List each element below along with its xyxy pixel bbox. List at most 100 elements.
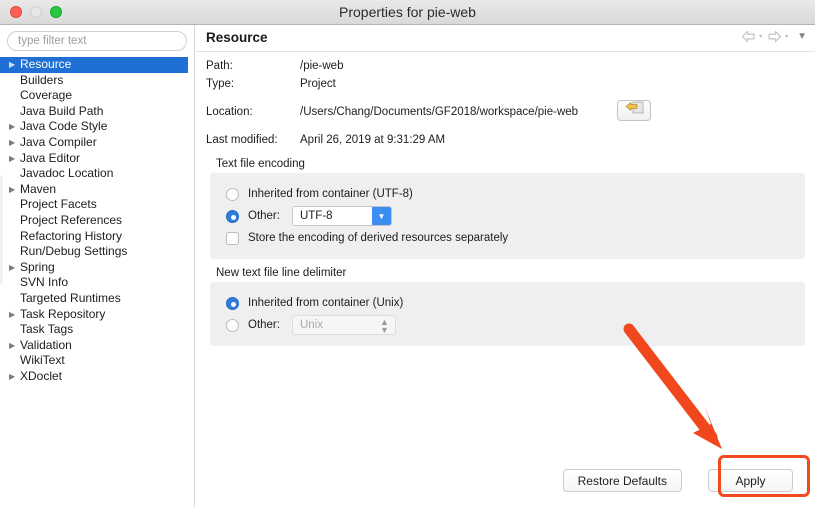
delimiter-other-label: Other: xyxy=(248,319,280,331)
sidebar-item-spring[interactable]: ▶ Spring xyxy=(0,260,194,276)
encoding-other-row[interactable]: Other: UTF-8 ▼ xyxy=(210,205,805,227)
encoding-other-radio[interactable] xyxy=(226,209,239,223)
sidebar-item-refactoring-history[interactable]: Refactoring History xyxy=(0,229,194,245)
sidebar-item-java-editor[interactable]: ▶ Java Editor xyxy=(0,151,194,167)
sidebar-item-label: Task Repository xyxy=(20,306,106,321)
sidebar-item-builders[interactable]: Builders xyxy=(0,73,194,89)
encoding-other-combobox[interactable]: UTF-8 ▼ xyxy=(291,206,392,226)
sidebar-item-label: Maven xyxy=(20,181,57,196)
filter-field-wrapper xyxy=(0,25,194,56)
sidebar-item-label: Builders xyxy=(20,72,64,87)
sidebar-item-label: Spring xyxy=(20,259,55,274)
encoding-inherited-row[interactable]: Inherited from container (UTF-8) xyxy=(210,183,805,205)
sidebar-item-label: Project Facets xyxy=(20,197,97,212)
delimiter-other-value: Unix xyxy=(299,319,323,331)
delimiter-inherited-radio[interactable] xyxy=(226,296,239,310)
sidebar-item-label: Targeted Runtimes xyxy=(20,290,121,305)
title-bar: Properties for pie-web xyxy=(0,0,815,25)
sidebar-item-label: Coverage xyxy=(20,88,73,103)
chevron-down-icon[interactable]: ▼ xyxy=(371,207,391,225)
sidebar-item-xdoclet[interactable]: ▶ XDoclet xyxy=(0,369,194,385)
location-browse-button[interactable] xyxy=(617,100,651,121)
chevron-right-icon[interactable]: ▶ xyxy=(9,338,18,354)
line-delimiter-group: New text file line delimiter Inherited f… xyxy=(210,267,805,346)
sidebar-item-label: Validation xyxy=(20,337,72,352)
forward-arrow-icon[interactable] xyxy=(767,30,782,43)
delimiter-other-combobox: Unix ▲ ▼ xyxy=(291,315,396,335)
sidebar-item-resource[interactable]: ▶ Resource xyxy=(0,57,188,73)
chevron-right-icon[interactable]: ▶ xyxy=(9,119,18,135)
page-header: Resource ▾ ▾ ▼ xyxy=(196,25,815,52)
path-row: Path: /pie-web xyxy=(196,60,815,76)
settings-sidebar: ▶ResourceBuildersCoverageJava Build Path… xyxy=(0,25,195,507)
text-file-encoding-group: Text file encoding Inherited from contai… xyxy=(210,158,805,259)
folder-browse-icon xyxy=(625,101,644,120)
page-title: Resource xyxy=(206,30,268,45)
sidebar-item-label: Project References xyxy=(20,212,123,227)
path-label: Path: xyxy=(206,60,233,72)
location-value: /Users/Chang/Documents/GF2018/workspace/… xyxy=(300,106,579,118)
sidebar-item-label: Java Code Style xyxy=(20,119,108,134)
chevron-right-icon[interactable]: ▶ xyxy=(9,57,18,73)
sidebar-item-task-tags[interactable]: Task Tags xyxy=(0,322,194,338)
chevron-right-icon[interactable]: ▶ xyxy=(9,182,18,198)
delimiter-other-row[interactable]: Other: Unix ▲ ▼ xyxy=(210,314,805,336)
sidebar-item-project-facets[interactable]: Project Facets xyxy=(0,197,194,213)
sidebar-item-java-build-path[interactable]: Java Build Path xyxy=(0,104,194,120)
chevron-right-icon[interactable]: ▶ xyxy=(9,135,18,151)
text-file-encoding-body: Inherited from container (UTF-8) Other: … xyxy=(210,173,805,259)
encoding-inherited-label: Inherited from container (UTF-8) xyxy=(248,188,413,200)
type-value: Project xyxy=(300,78,336,90)
header-nav-icons: ▾ ▾ ▼ xyxy=(741,30,807,43)
delimiter-inherited-row[interactable]: Inherited from container (Unix) xyxy=(210,292,805,314)
chevron-right-icon[interactable]: ▶ xyxy=(9,260,18,276)
encoding-inherited-radio[interactable] xyxy=(226,187,239,201)
sidebar-item-validation[interactable]: ▶ Validation xyxy=(0,338,194,354)
sidebar-item-label: Java Build Path xyxy=(20,103,104,118)
back-arrow-icon[interactable] xyxy=(741,30,756,43)
sidebar-item-maven[interactable]: ▶ Maven xyxy=(0,182,194,198)
line-delimiter-body: Inherited from container (Unix) Other: U… xyxy=(210,282,805,346)
dialog-footer: Restore Defaults Apply xyxy=(196,455,815,507)
last-modified-label: Last modified: xyxy=(206,134,278,146)
restore-defaults-button[interactable]: Restore Defaults xyxy=(562,469,682,492)
sidebar-item-label: Task Tags xyxy=(20,322,74,337)
chevron-right-icon[interactable]: ▶ xyxy=(9,369,18,385)
sidebar-item-svn-info[interactable]: SVN Info xyxy=(0,275,194,291)
sidebar-item-javadoc-location[interactable]: Javadoc Location xyxy=(0,166,194,182)
sidebar-item-targeted-runtimes[interactable]: Targeted Runtimes xyxy=(0,291,194,307)
delimiter-other-radio[interactable] xyxy=(226,318,239,332)
type-row: Type: Project xyxy=(196,78,815,94)
apply-button[interactable]: Apply xyxy=(708,469,793,492)
filter-input[interactable] xyxy=(7,31,187,51)
sidebar-item-java-code-style[interactable]: ▶ Java Code Style xyxy=(0,119,194,135)
sidebar-item-label: Refactoring History xyxy=(20,228,123,243)
properties-dialog-window: Properties for pie-web ▶ResourceBuilders… xyxy=(0,0,815,507)
encoding-store-derived-row[interactable]: Store the encoding of derived resources … xyxy=(210,227,805,249)
location-label: Location: xyxy=(206,106,253,118)
sidebar-item-project-references[interactable]: Project References xyxy=(0,213,194,229)
encoding-store-derived-checkbox[interactable] xyxy=(226,231,239,245)
sidebar-item-label: XDoclet xyxy=(20,368,63,383)
sidebar-item-task-repository[interactable]: ▶ Task Repository xyxy=(0,307,194,323)
sidebar-item-run-debug-settings[interactable]: Run/Debug Settings xyxy=(0,244,194,260)
encoding-store-derived-label: Store the encoding of derived resources … xyxy=(248,232,509,244)
back-dropdown-caret-icon[interactable]: ▾ xyxy=(759,33,762,40)
line-delimiter-title: New text file line delimiter xyxy=(216,267,347,279)
chevron-right-icon[interactable]: ▶ xyxy=(9,307,18,323)
sidebar-item-label: Run/Debug Settings xyxy=(20,244,128,259)
sidebar-item-coverage[interactable]: Coverage xyxy=(0,88,194,104)
settings-tree: ▶ Resource Builders Coverage Java Build Path… xyxy=(0,57,194,384)
sidebar-scrollbar[interactable] xyxy=(0,175,3,285)
text-file-encoding-title: Text file encoding xyxy=(216,158,305,170)
sidebar-item-java-compiler[interactable]: ▶ Java Compiler xyxy=(0,135,194,151)
last-modified-row: Last modified: April 26, 2019 at 9:31:29… xyxy=(196,134,815,150)
sidebar-item-wikitext[interactable]: WikiText xyxy=(0,353,194,369)
resource-info-block: Path: /pie-web Type: Project Location: /… xyxy=(196,52,815,150)
stepper-updown-icon: ▲ ▼ xyxy=(380,317,389,335)
sidebar-item-label: Java Editor xyxy=(20,150,81,165)
sidebar-item-label: WikiText xyxy=(20,353,65,368)
forward-dropdown-caret-icon[interactable]: ▾ xyxy=(785,33,788,40)
chevron-right-icon[interactable]: ▶ xyxy=(9,151,18,167)
view-menu-triangle-icon[interactable]: ▼ xyxy=(797,31,807,42)
